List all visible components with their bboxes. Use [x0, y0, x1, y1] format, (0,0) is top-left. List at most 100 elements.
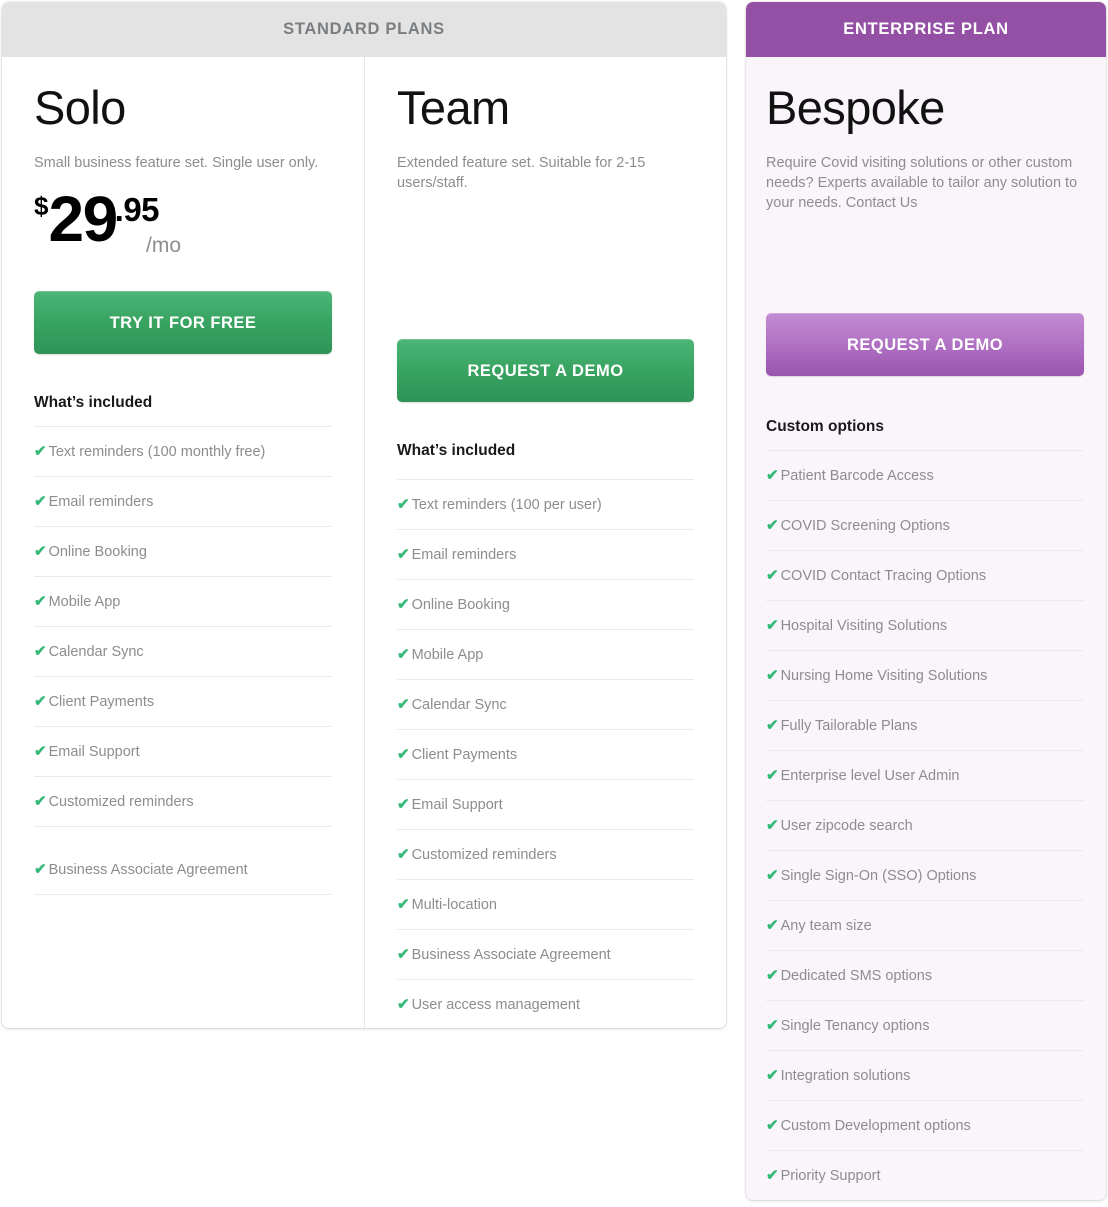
check-icon: ✔ [766, 517, 779, 534]
check-icon: ✔ [766, 1167, 779, 1184]
feature-label: Customized reminders [48, 794, 194, 810]
request-a-demo-button-team[interactable]: REQUEST A DEMO [397, 339, 694, 402]
feature-list-team: ✔ Text reminders (100 per user) ✔ Email rem… [397, 479, 694, 1028]
standard-plans-body: Solo Small business feature set. Single … [2, 57, 726, 1028]
feature-label: Email reminders [48, 494, 154, 510]
check-icon: ✔ [397, 696, 410, 713]
feature-label: Business Associate Agreement [411, 947, 611, 963]
check-icon: ✔ [766, 567, 779, 584]
plan-description-team: Extended feature set. Suitable for 2-15 … [397, 155, 646, 191]
feature-list-item: ✔ Email reminders [34, 476, 332, 526]
check-icon: ✔ [766, 617, 779, 634]
plan-description-bespoke: Require Covid visiting solutions or othe… [766, 155, 1078, 211]
pricing-page: STANDARD PLANS Solo Small business featu… [0, 0, 1108, 1207]
plan-price-solo: $29.95 /mo [34, 173, 332, 283]
feature-list-item: ✔ Dedicated SMS options [766, 950, 1084, 1000]
features-title-team: What’s included [397, 442, 516, 459]
feature-label: Integration solutions [780, 1068, 911, 1084]
price-currency-symbol: $ [34, 191, 49, 221]
check-icon: ✔ [766, 1117, 779, 1134]
feature-label: Calendar Sync [411, 697, 507, 713]
enterprise-plan-header-label: ENTERPRISE PLAN [843, 20, 1009, 38]
feature-list-item: ✔ Priority Support [766, 1150, 1084, 1200]
feature-list-item: ✔ COVID Contact Tracing Options [766, 550, 1084, 600]
feature-label: Text reminders (100 monthly free) [48, 444, 266, 460]
feature-list-item: ✔ Business Associate Agreement [397, 929, 694, 979]
feature-list-item: ✔ Text reminders (100 per user) [397, 479, 694, 529]
feature-list-item: ✔ Multi-location [397, 879, 694, 929]
feature-list-item: ✔ Business Associate Agreement [34, 826, 332, 894]
check-icon: ✔ [34, 493, 47, 510]
check-icon: ✔ [34, 693, 47, 710]
feature-list-item: ✔ Enterprise level User Admin [766, 750, 1084, 800]
feature-label: Dedicated SMS options [780, 968, 933, 984]
check-icon: ✔ [766, 817, 779, 834]
check-icon: ✔ [397, 846, 410, 863]
standard-plans-card: STANDARD PLANS Solo Small business featu… [2, 2, 726, 1028]
enterprise-cta-wrapper: REQUEST A DEMO [766, 213, 1084, 376]
feature-label: Single Tenancy options [780, 1018, 930, 1034]
enterprise-plan-header: ENTERPRISE PLAN [746, 2, 1106, 57]
feature-label: Email reminders [411, 547, 517, 563]
feature-label: Fully Tailorable Plans [780, 718, 918, 734]
check-icon: ✔ [766, 767, 779, 784]
feature-label: Customized reminders [411, 847, 557, 863]
check-icon: ✔ [766, 967, 779, 984]
plan-description-solo: Small business feature set. Single user … [34, 155, 319, 171]
check-icon: ✔ [34, 443, 47, 460]
feature-list-item: ✔ User zipcode search [766, 800, 1084, 850]
standard-plans-header: STANDARD PLANS [2, 2, 726, 57]
feature-label: Hospital Visiting Solutions [780, 618, 948, 634]
team-cta-wrapper: REQUEST A DEMO [397, 193, 694, 402]
check-icon: ✔ [766, 717, 779, 734]
price-period: /mo [146, 234, 182, 257]
feature-label: Email Support [48, 744, 140, 760]
feature-label: Business Associate Agreement [48, 862, 248, 878]
feature-label: Email Support [411, 797, 503, 813]
feature-list-item: ✔ Fully Tailorable Plans [766, 700, 1084, 750]
feature-list-item: ✔ Online Booking [397, 579, 694, 629]
plan-column-enterprise: Bespoke Require Covid visiting solutions… [746, 57, 1106, 1200]
check-icon: ✔ [34, 593, 47, 610]
feature-label: Text reminders (100 per user) [411, 497, 602, 513]
feature-label: Mobile App [411, 647, 484, 663]
feature-label: Client Payments [48, 694, 155, 710]
plan-title-bespoke: Bespoke [766, 81, 945, 134]
feature-list-item: ✔ Single Sign-On (SSO) Options [766, 850, 1084, 900]
check-icon: ✔ [397, 546, 410, 563]
feature-label: COVID Screening Options [780, 518, 950, 534]
feature-list-item: ✔ Email Support [34, 726, 332, 776]
price-cents: .95 [114, 191, 160, 228]
feature-list-item: ✔ Online Booking [34, 526, 332, 576]
feature-list-item: ✔ Single Tenancy options [766, 1000, 1084, 1050]
feature-list-item: ✔ Mobile App [397, 629, 694, 679]
check-icon: ✔ [397, 946, 410, 963]
feature-list-solo: ✔ Text reminders (100 monthly free) ✔ Email… [34, 426, 332, 895]
feature-list-item: ✔ Email Support [397, 779, 694, 829]
feature-list-item: ✔ Hospital Visiting Solutions [766, 600, 1084, 650]
request-a-demo-button-enterprise[interactable]: REQUEST A DEMO [766, 313, 1084, 376]
feature-label: Client Payments [411, 747, 518, 763]
try-it-for-free-button[interactable]: TRY IT FOR FREE [34, 291, 332, 354]
plan-title-team: Team [397, 81, 510, 134]
feature-list-item: ✔ Client Payments [397, 729, 694, 779]
feature-label: Any team size [780, 918, 872, 934]
check-icon: ✔ [397, 746, 410, 763]
enterprise-plan-card: ENTERPRISE PLAN Bespoke Require Covid vi… [746, 2, 1106, 1200]
feature-label: User access management [411, 997, 581, 1013]
feature-label: Online Booking [48, 544, 147, 560]
feature-label: Enterprise level User Admin [780, 768, 960, 784]
feature-list-item: ✔ Nursing Home Visiting Solutions [766, 650, 1084, 700]
feature-list-item: ✔ Email reminders [397, 529, 694, 579]
check-icon: ✔ [397, 796, 410, 813]
feature-list-item: ✔ Custom Development options [766, 1100, 1084, 1150]
feature-list-item: ✔ COVID Screening Options [766, 500, 1084, 550]
check-icon: ✔ [397, 496, 410, 513]
feature-list-item: ✔ Customized reminders [397, 829, 694, 879]
plan-column-team: Team Extended feature set. Suitable for … [364, 57, 726, 1028]
plan-column-solo: Solo Small business feature set. Single … [2, 57, 364, 1028]
check-icon: ✔ [397, 996, 410, 1013]
feature-list-item: ✔ Customized reminders [34, 776, 332, 826]
check-icon: ✔ [34, 643, 47, 660]
feature-list-item: ✔ Patient Barcode Access [766, 450, 1084, 500]
